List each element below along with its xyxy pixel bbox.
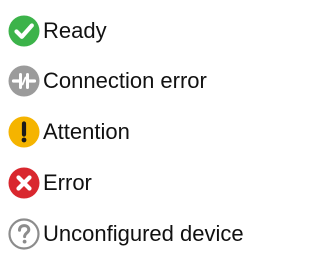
status-label: Unconfigured device	[43, 221, 244, 246]
status-label: Error	[43, 170, 92, 195]
question-circle-icon	[7, 217, 41, 251]
exclamation-circle-icon	[7, 115, 41, 149]
disconnected-icon	[7, 64, 41, 98]
check-circle-icon	[7, 14, 41, 48]
x-circle-icon	[7, 166, 41, 200]
status-ready: Ready	[7, 14, 107, 48]
status-error: Error	[7, 166, 92, 200]
status-unconfigured-device: Unconfigured device	[7, 217, 244, 251]
status-label: Ready	[43, 18, 107, 43]
status-connection-error: Connection error	[7, 64, 207, 98]
status-label: Connection error	[43, 68, 207, 93]
status-attention: Attention	[7, 115, 130, 149]
status-label: Attention	[43, 119, 130, 144]
